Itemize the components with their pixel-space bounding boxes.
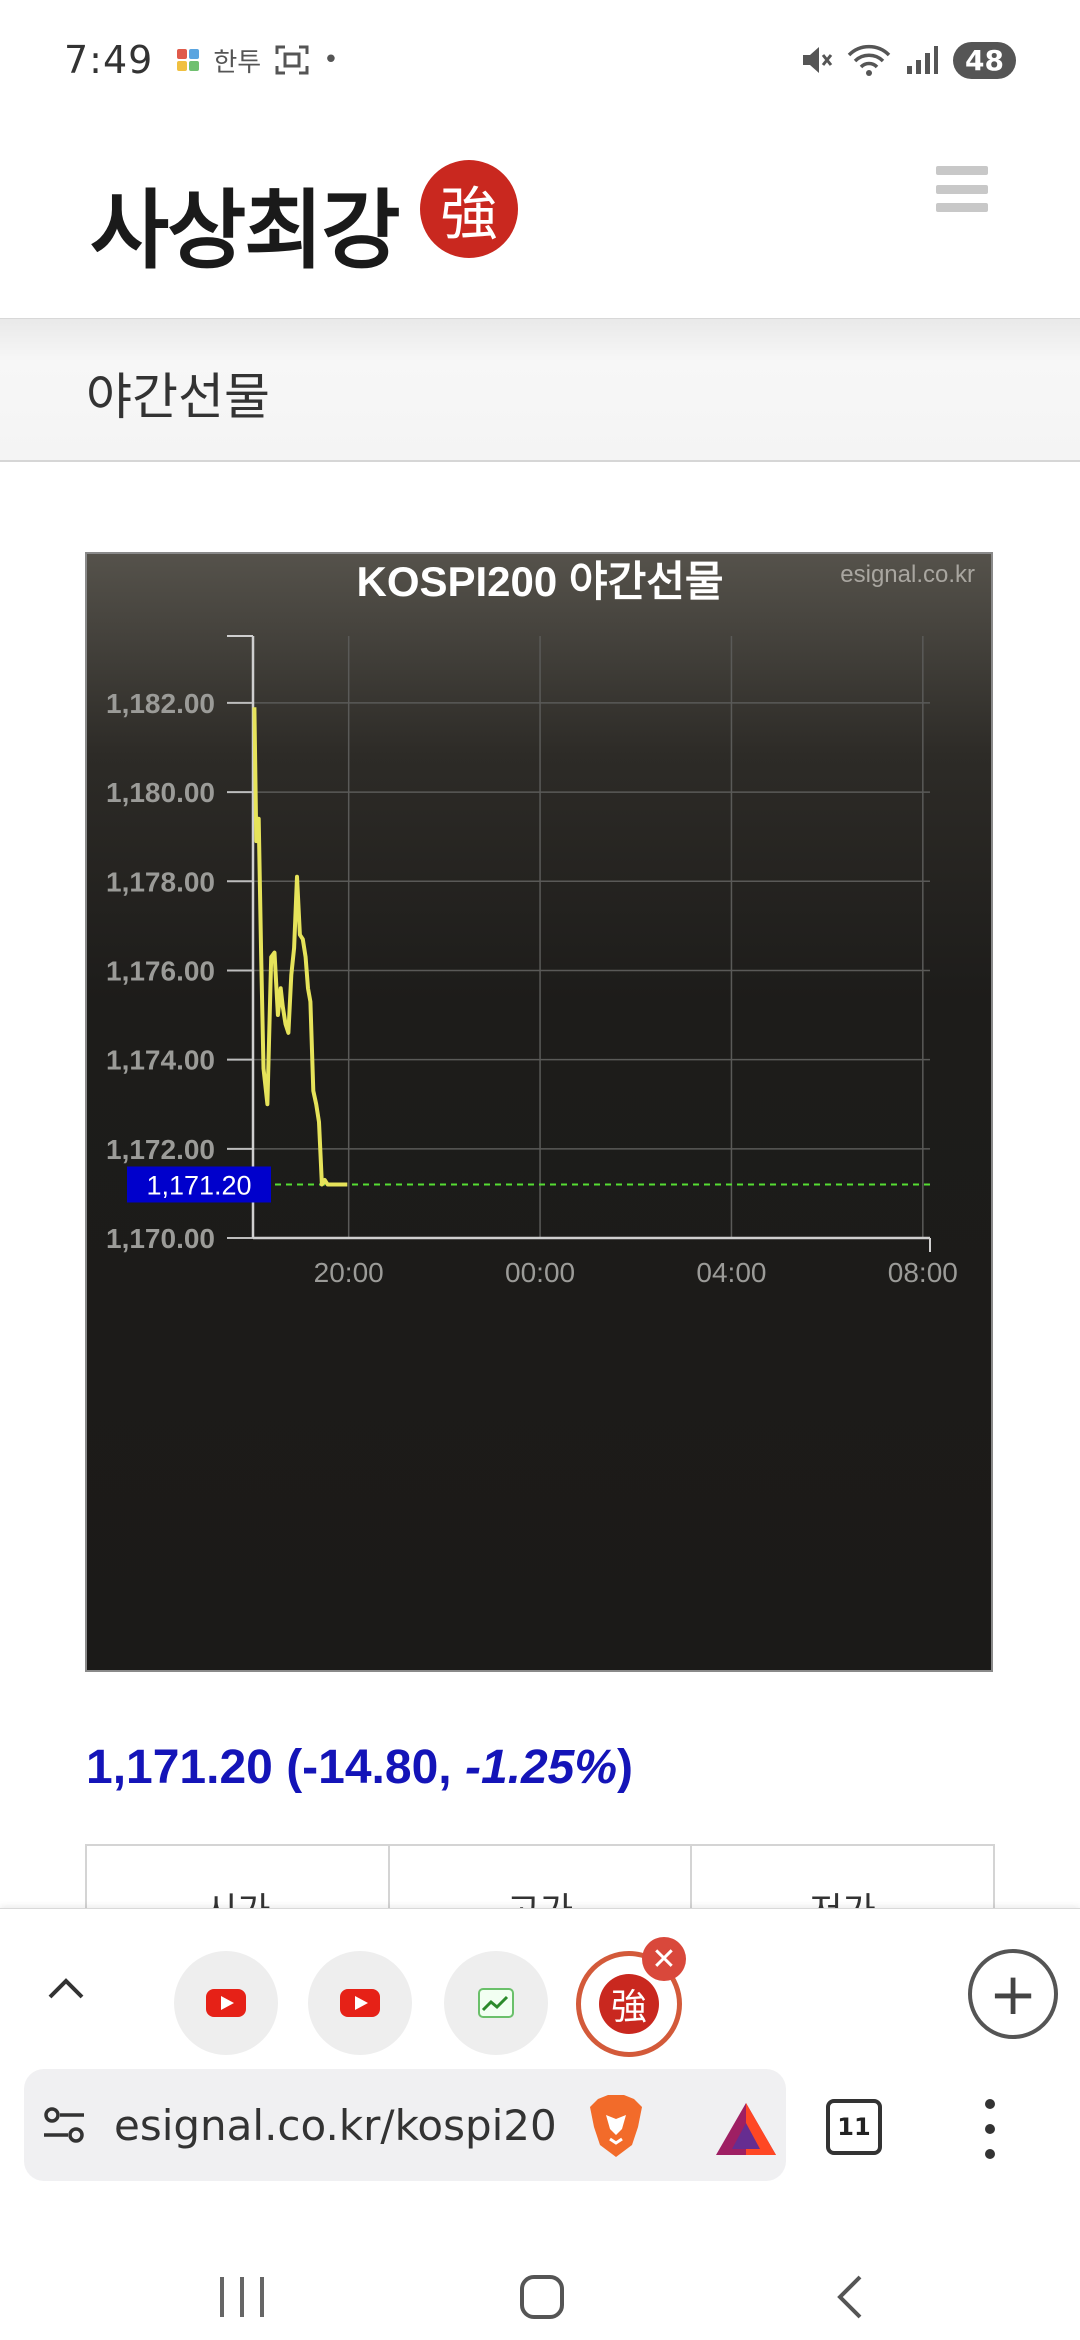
x-tick-label: 20:00 [314,1257,384,1288]
table-header-low: 저가 [692,1846,995,1914]
price-change-close: ) [617,1741,633,1794]
site-header: 사상최강 強 [0,120,1080,320]
screenshot-icon [275,45,309,75]
chevron-up-icon[interactable] [46,1969,86,2009]
y-tick-label: 1,176.00 [106,955,215,986]
price-series-line [254,707,347,1184]
apps-icon [177,49,199,71]
youtube-icon [206,1989,246,2017]
table-header-open: 시가 [87,1846,390,1914]
mute-icon [799,43,833,77]
y-tick-label: 1,172.00 [106,1134,215,1165]
url-text[interactable]: esignal.co.kr/kospi200 [114,2101,554,2150]
close-tab-icon[interactable]: ✕ [642,1937,686,1981]
status-time: 7:49 [64,38,153,82]
home-button[interactable] [520,2275,564,2319]
seal-favicon-icon: 強 [599,1974,659,2034]
system-nav-bar [0,2233,1080,2340]
recents-button[interactable] [220,2277,264,2317]
browser-toolbar: 強 ✕ + esignal.co.kr/kospi200 [0,1908,1080,2340]
y-tick-label: 1,174.00 [106,1045,215,1076]
page-title-bar: 야간선물 [0,318,1080,462]
wifi-icon [847,43,891,77]
x-tick-label: 08:00 [888,1257,958,1288]
chart-favicon-icon [478,1988,514,2018]
price-change-percent: -1.25% [465,1741,617,1794]
tab-strip: 強 ✕ + [0,1929,1080,2069]
y-tick-label: 1,182.00 [106,688,215,719]
ohlc-table: 시가 고가 저가 [85,1844,995,1914]
tab-youtube-2[interactable] [308,1951,412,2055]
address-bar[interactable]: esignal.co.kr/kospi200 [24,2069,786,2181]
status-bar: 7:49 한투 • [0,0,1080,120]
signal-icon [905,44,939,76]
chart-canvas: KOSPI200 야간선물 esignal.co.kr 1,182.00 1,180.… [87,554,993,1672]
y-tick-label: 1,170.00 [106,1223,215,1254]
current-price: 1,171.20 [86,1741,273,1794]
bat-rewards-icon[interactable] [714,2101,778,2157]
more-options-icon[interactable] [984,2099,996,2159]
back-icon[interactable] [830,2273,870,2321]
chart-watermark: esignal.co.kr [840,561,975,588]
screen: 7:49 한투 • [0,0,1080,2340]
notification-dot: • [323,45,338,75]
price-change: (-14.80, [286,1741,465,1794]
y-tick-label: 1,178.00 [106,866,215,897]
youtube-icon [340,1989,380,2017]
y-tick-label: 1,180.00 [106,777,215,808]
brave-shield-icon[interactable] [584,2093,648,2159]
x-tick-label: 00:00 [505,1257,575,1288]
site-logo[interactable]: 사상최강 [90,160,398,285]
table-header-high: 고가 [390,1846,693,1914]
logo-seal-icon[interactable]: 強 [420,160,518,258]
current-price-label: 1,171.20 [146,1170,251,1200]
tab-youtube-1[interactable] [174,1951,278,2055]
x-tick-label: 04:00 [696,1257,766,1288]
page-title: 야간선물 [86,357,270,429]
battery-indicator: 48 [953,42,1016,79]
tab-switcher-button[interactable]: 11 [826,2099,882,2155]
app-label: 한투 [213,42,261,79]
status-notifications: 한투 • [177,42,338,79]
price-quote: 1,171.20 (-14.80, -1.25%) [86,1740,633,1795]
status-system: 48 [799,42,1016,79]
tab-chart-site[interactable] [444,1951,548,2055]
site-settings-icon[interactable] [42,2105,86,2145]
new-tab-button[interactable]: + [968,1949,1058,2039]
futures-chart: KOSPI200 야간선물 esignal.co.kr 1,182.00 1,180.… [85,552,993,1672]
url-row: esignal.co.kr/kospi200 11 [0,2069,1080,2189]
chart-title: KOSPI200 야간선물 [356,558,723,605]
menu-icon[interactable] [936,166,988,212]
